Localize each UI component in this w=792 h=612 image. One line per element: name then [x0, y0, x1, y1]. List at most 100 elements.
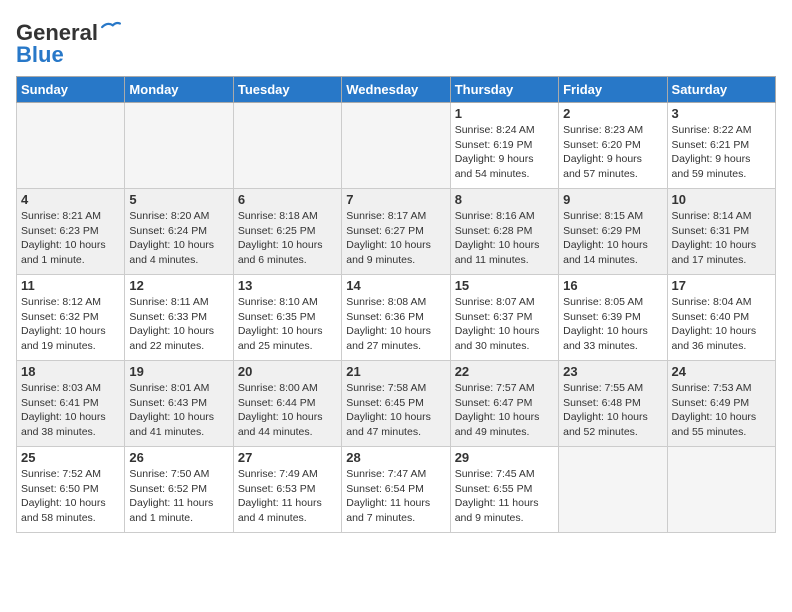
day-number: 11 [21, 278, 120, 293]
day-info: Sunrise: 8:12 AM Sunset: 6:32 PM Dayligh… [21, 295, 120, 354]
calendar-day-cell: 14 Sunrise: 8:08 AM Sunset: 6:36 PM Dayli… [342, 275, 450, 361]
day-info: Sunrise: 8:01 AM Sunset: 6:43 PM Dayligh… [129, 381, 228, 440]
day-number: 4 [21, 192, 120, 207]
day-number: 3 [672, 106, 771, 121]
calendar-day-cell: 3 Sunrise: 8:22 AM Sunset: 6:21 PM Daylig… [667, 103, 775, 189]
calendar-table: SundayMondayTuesdayWednesdayThursdayFrid… [16, 76, 776, 533]
calendar-day-cell: 1Sunrise: 8:24 AM Sunset: 6:19 PM Daylig… [450, 103, 558, 189]
day-info: Sunrise: 7:57 AM Sunset: 6:47 PM Dayligh… [455, 381, 554, 440]
logo-bird-icon [100, 20, 122, 36]
calendar-day-cell: 15Sunrise: 8:07 AM Sunset: 6:37 PM Dayli… [450, 275, 558, 361]
day-info: Sunrise: 7:49 AM Sunset: 6:53 PM Dayligh… [238, 467, 337, 526]
calendar-day-cell: 11 Sunrise: 8:12 AM Sunset: 6:32 PM Dayli… [17, 275, 125, 361]
day-info: Sunrise: 7:58 AM Sunset: 6:45 PM Dayligh… [346, 381, 445, 440]
day-number: 16 [563, 278, 662, 293]
day-info: Sunrise: 8:18 AM Sunset: 6:25 PM Dayligh… [238, 209, 337, 268]
calendar-day-cell: 28 Sunrise: 7:47 AM Sunset: 6:54 PM Dayli… [342, 447, 450, 533]
day-info: Sunrise: 7:55 AM Sunset: 6:48 PM Dayligh… [563, 381, 662, 440]
day-number: 23 [563, 364, 662, 379]
calendar-day-cell: 22 Sunrise: 7:57 AM Sunset: 6:47 PM Dayli… [450, 361, 558, 447]
calendar-day-cell: 2 Sunrise: 8:23 AM Sunset: 6:20 PM Daylig… [559, 103, 667, 189]
calendar-day-cell [125, 103, 233, 189]
day-number: 21 [346, 364, 445, 379]
day-number: 10 [672, 192, 771, 207]
page-header: General Blue [16, 16, 776, 68]
day-number: 8 [455, 192, 554, 207]
calendar-day-cell: 27 Sunrise: 7:49 AM Sunset: 6:53 PM Dayli… [233, 447, 341, 533]
day-number: 2 [563, 106, 662, 121]
day-info: Sunrise: 7:50 AM Sunset: 6:52 PM Dayligh… [129, 467, 228, 526]
day-info: Sunrise: 7:47 AM Sunset: 6:54 PM Dayligh… [346, 467, 445, 526]
calendar-day-cell [667, 447, 775, 533]
calendar-week-row: 4 Sunrise: 8:21 AM Sunset: 6:23 PM Daylig… [17, 189, 776, 275]
day-number: 9 [563, 192, 662, 207]
day-info: Sunrise: 8:00 AM Sunset: 6:44 PM Dayligh… [238, 381, 337, 440]
day-info: Sunrise: 7:52 AM Sunset: 6:50 PM Dayligh… [21, 467, 120, 526]
day-info: Sunrise: 8:04 AM Sunset: 6:40 PM Dayligh… [672, 295, 771, 354]
weekday-header-friday: Friday [559, 77, 667, 103]
calendar-day-cell: 21 Sunrise: 7:58 AM Sunset: 6:45 PM Dayli… [342, 361, 450, 447]
day-number: 12 [129, 278, 228, 293]
day-info: Sunrise: 8:11 AM Sunset: 6:33 PM Dayligh… [129, 295, 228, 354]
calendar-day-cell: 18Sunrise: 8:03 AM Sunset: 6:41 PM Dayli… [17, 361, 125, 447]
day-number: 15 [455, 278, 554, 293]
calendar-week-row: 11 Sunrise: 8:12 AM Sunset: 6:32 PM Dayli… [17, 275, 776, 361]
logo-blue: Blue [16, 42, 64, 68]
day-number: 26 [129, 450, 228, 465]
day-info: Sunrise: 8:22 AM Sunset: 6:21 PM Dayligh… [672, 123, 771, 182]
calendar-day-cell: 10 Sunrise: 8:14 AM Sunset: 6:31 PM Dayli… [667, 189, 775, 275]
day-info: Sunrise: 8:23 AM Sunset: 6:20 PM Dayligh… [563, 123, 662, 182]
day-number: 5 [129, 192, 228, 207]
day-info: Sunrise: 8:21 AM Sunset: 6:23 PM Dayligh… [21, 209, 120, 268]
calendar-header-row: SundayMondayTuesdayWednesdayThursdayFrid… [17, 77, 776, 103]
calendar-day-cell: 19 Sunrise: 8:01 AM Sunset: 6:43 PM Dayli… [125, 361, 233, 447]
weekday-header-wednesday: Wednesday [342, 77, 450, 103]
weekday-header-thursday: Thursday [450, 77, 558, 103]
day-number: 29 [455, 450, 554, 465]
calendar-week-row: 1Sunrise: 8:24 AM Sunset: 6:19 PM Daylig… [17, 103, 776, 189]
day-info: Sunrise: 8:15 AM Sunset: 6:29 PM Dayligh… [563, 209, 662, 268]
day-number: 20 [238, 364, 337, 379]
weekday-header-saturday: Saturday [667, 77, 775, 103]
day-number: 27 [238, 450, 337, 465]
weekday-header-sunday: Sunday [17, 77, 125, 103]
day-info: Sunrise: 7:45 AM Sunset: 6:55 PM Dayligh… [455, 467, 554, 526]
calendar-day-cell: 17 Sunrise: 8:04 AM Sunset: 6:40 PM Dayli… [667, 275, 775, 361]
day-number: 6 [238, 192, 337, 207]
day-number: 17 [672, 278, 771, 293]
calendar-week-row: 25 Sunrise: 7:52 AM Sunset: 6:50 PM Dayli… [17, 447, 776, 533]
calendar-day-cell: 6 Sunrise: 8:18 AM Sunset: 6:25 PM Daylig… [233, 189, 341, 275]
calendar-day-cell: 4 Sunrise: 8:21 AM Sunset: 6:23 PM Daylig… [17, 189, 125, 275]
calendar-day-cell: 7Sunrise: 8:17 AM Sunset: 6:27 PM Daylig… [342, 189, 450, 275]
weekday-header-monday: Monday [125, 77, 233, 103]
calendar-day-cell: 25 Sunrise: 7:52 AM Sunset: 6:50 PM Dayli… [17, 447, 125, 533]
day-info: Sunrise: 8:03 AM Sunset: 6:41 PM Dayligh… [21, 381, 120, 440]
calendar-day-cell: 5Sunrise: 8:20 AM Sunset: 6:24 PM Daylig… [125, 189, 233, 275]
logo: General Blue [16, 20, 122, 68]
calendar-day-cell: 12 Sunrise: 8:11 AM Sunset: 6:33 PM Dayli… [125, 275, 233, 361]
day-info: Sunrise: 7:53 AM Sunset: 6:49 PM Dayligh… [672, 381, 771, 440]
day-number: 25 [21, 450, 120, 465]
calendar-day-cell: 29 Sunrise: 7:45 AM Sunset: 6:55 PM Dayli… [450, 447, 558, 533]
calendar-day-cell: 20 Sunrise: 8:00 AM Sunset: 6:44 PM Dayli… [233, 361, 341, 447]
day-number: 13 [238, 278, 337, 293]
day-number: 14 [346, 278, 445, 293]
day-info: Sunrise: 8:16 AM Sunset: 6:28 PM Dayligh… [455, 209, 554, 268]
day-number: 28 [346, 450, 445, 465]
calendar-day-cell: 24 Sunrise: 7:53 AM Sunset: 6:49 PM Dayli… [667, 361, 775, 447]
day-number: 24 [672, 364, 771, 379]
day-number: 19 [129, 364, 228, 379]
calendar-day-cell [342, 103, 450, 189]
calendar-day-cell: 8 Sunrise: 8:16 AM Sunset: 6:28 PM Daylig… [450, 189, 558, 275]
calendar-day-cell [17, 103, 125, 189]
calendar-day-cell: 16 Sunrise: 8:05 AM Sunset: 6:39 PM Dayli… [559, 275, 667, 361]
day-number: 22 [455, 364, 554, 379]
day-info: Sunrise: 8:08 AM Sunset: 6:36 PM Dayligh… [346, 295, 445, 354]
day-info: Sunrise: 8:05 AM Sunset: 6:39 PM Dayligh… [563, 295, 662, 354]
calendar-day-cell: 26 Sunrise: 7:50 AM Sunset: 6:52 PM Dayli… [125, 447, 233, 533]
day-info: Sunrise: 8:24 AM Sunset: 6:19 PM Dayligh… [455, 123, 554, 182]
calendar-day-cell: 9 Sunrise: 8:15 AM Sunset: 6:29 PM Daylig… [559, 189, 667, 275]
day-info: Sunrise: 8:14 AM Sunset: 6:31 PM Dayligh… [672, 209, 771, 268]
calendar-day-cell: 23 Sunrise: 7:55 AM Sunset: 6:48 PM Dayli… [559, 361, 667, 447]
day-number: 7 [346, 192, 445, 207]
